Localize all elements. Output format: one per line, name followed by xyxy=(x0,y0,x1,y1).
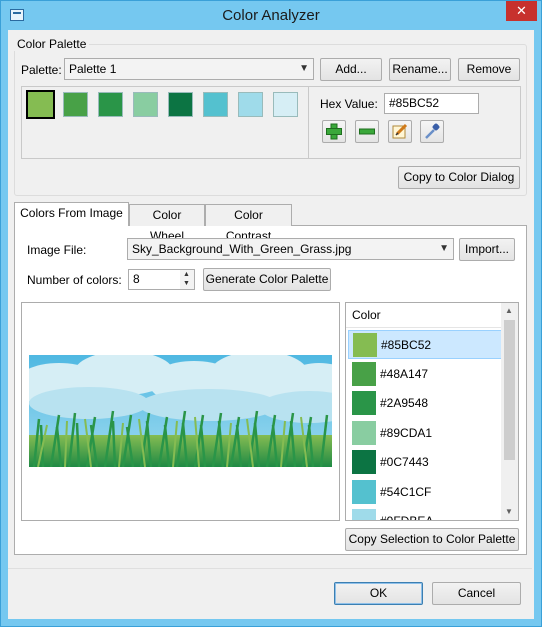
color-hex-label: #89CDA1 xyxy=(380,425,433,440)
copy-to-color-dialog-button[interactable]: Copy to Color Dialog xyxy=(398,166,520,189)
color-hex-label: #54C1CF xyxy=(380,484,432,499)
number-of-colors-label: Number of colors: xyxy=(27,273,122,287)
tab-color-contrast[interactable]: Color Contrast xyxy=(205,204,292,243)
palette-swatch[interactable] xyxy=(168,92,193,117)
tab-colors-from-image[interactable]: Colors From Image xyxy=(14,202,129,226)
color-hex-label: #2A9548 xyxy=(380,396,429,410)
copy-selection-to-palette-button[interactable]: Copy Selection to Color Palette xyxy=(345,528,519,551)
palette-swatch[interactable] xyxy=(238,92,263,117)
generate-color-palette-button[interactable]: Generate Color Palette xyxy=(203,268,331,291)
number-of-colors-spinner[interactable]: ▲ ▼ xyxy=(180,269,195,290)
scroll-thumb[interactable] xyxy=(504,320,515,460)
color-list-item[interactable]: #2A9548 xyxy=(348,389,502,418)
image-file-label: Image File: xyxy=(27,243,87,257)
edit-color-button[interactable] xyxy=(388,120,412,143)
cancel-button[interactable]: Cancel xyxy=(432,582,521,605)
spin-up-icon[interactable]: ▲ xyxy=(183,271,190,278)
remove-color-button[interactable] xyxy=(355,120,379,143)
image-file-select-value: Sky_Background_With_Green_Grass.jpg xyxy=(132,242,352,256)
sky-grass-image xyxy=(29,355,332,467)
color-hex-label: #85BC52 xyxy=(381,338,432,352)
minus-icon xyxy=(359,128,375,135)
close-button[interactable]: ✕ xyxy=(506,1,537,21)
color-palette-group-title: Color Palette xyxy=(14,37,90,51)
color-chip xyxy=(352,450,376,474)
image-file-select[interactable]: Sky_Background_With_Green_Grass.jpg ▼ xyxy=(127,238,454,260)
palette-swatch[interactable] xyxy=(133,92,158,117)
color-column-header: Color xyxy=(346,303,506,328)
palette-swatch[interactable] xyxy=(98,92,123,117)
eyedropper-icon xyxy=(425,123,440,139)
palette-select[interactable]: Palette 1 ▼ xyxy=(64,58,314,80)
ok-button[interactable]: OK xyxy=(334,582,423,605)
color-list-item[interactable]: #9FDBEA xyxy=(348,507,502,521)
palette-label: Palette: xyxy=(21,63,62,77)
image-preview xyxy=(21,302,340,521)
palette-swatch[interactable] xyxy=(203,92,228,117)
color-list-item[interactable]: #89CDA1 xyxy=(348,419,502,448)
plus-icon xyxy=(326,123,342,140)
palette-swatch[interactable] xyxy=(273,92,298,117)
remove-palette-button[interactable]: Remove xyxy=(458,58,520,81)
chevron-down-icon: ▼ xyxy=(439,243,449,254)
hex-value-label: Hex Value: xyxy=(320,97,378,111)
edit-icon xyxy=(392,123,408,139)
add-palette-button[interactable]: Add... xyxy=(320,58,382,81)
color-hex-label: #48A147 xyxy=(380,366,429,381)
color-list-item[interactable]: #54C1CF xyxy=(348,478,502,507)
window-title: Color Analyzer xyxy=(222,7,320,24)
extracted-colors-list[interactable]: Color #85BC52 #48A147 #2A9548 #89CDA1 #0C744… xyxy=(345,302,519,521)
rename-palette-button[interactable]: Rename... xyxy=(389,58,451,81)
scroll-down-icon[interactable]: ▼ xyxy=(505,507,513,516)
eyedropper-button[interactable] xyxy=(420,120,444,143)
color-hex-label: #0C7443 xyxy=(380,455,429,469)
color-list-item[interactable]: #85BC52 xyxy=(348,330,502,359)
import-image-button[interactable]: Import... xyxy=(459,238,515,261)
color-chip xyxy=(352,479,376,504)
chevron-down-icon: ▼ xyxy=(299,63,309,74)
color-chip xyxy=(352,509,376,520)
add-color-button[interactable] xyxy=(322,120,346,143)
color-list-item[interactable]: #48A147 xyxy=(348,360,502,389)
color-hex-label: #9FDBEA xyxy=(380,514,434,521)
hex-value-input[interactable]: #85BC52 xyxy=(384,93,479,114)
spin-down-icon[interactable]: ▼ xyxy=(183,280,190,287)
title-bar[interactable]: Color Analyzer ✕ xyxy=(1,1,541,31)
color-chip xyxy=(352,391,376,415)
number-of-colors-input[interactable]: 8 xyxy=(128,269,181,290)
palette-select-value: Palette 1 xyxy=(69,62,117,76)
color-chip xyxy=(352,420,376,445)
color-list-item[interactable]: #0C7443 xyxy=(348,448,502,477)
tab-color-wheel[interactable]: Color Wheel xyxy=(129,204,205,243)
palette-swatch[interactable] xyxy=(26,90,55,119)
color-chip xyxy=(353,333,377,357)
palette-swatch[interactable] xyxy=(63,92,88,117)
color-chip xyxy=(352,361,376,386)
scroll-up-icon[interactable]: ▲ xyxy=(505,306,513,315)
list-scrollbar[interactable]: ▲ ▼ xyxy=(501,303,518,520)
